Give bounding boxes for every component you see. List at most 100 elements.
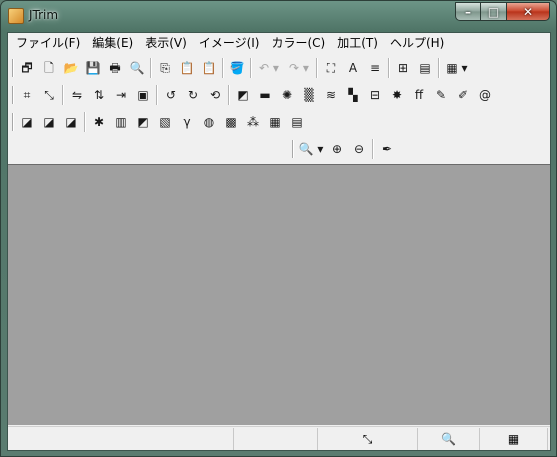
gamma-icon[interactable]: γ: [176, 111, 198, 133]
flip-horizontal-icon[interactable]: ⇋: [66, 84, 88, 106]
text-icon[interactable]: A: [342, 57, 364, 79]
shrink-icon[interactable]: ⇥: [110, 84, 132, 106]
rotate-free-icon[interactable]: ⟲: [204, 84, 226, 106]
wave-icon[interactable]: ≋: [320, 84, 342, 106]
status-pane-2: [234, 428, 318, 450]
toolbar-separator: [82, 111, 88, 133]
zoom-out-icon[interactable]: ⊖: [348, 138, 370, 160]
auto-adjust-icon[interactable]: ✱: [88, 111, 110, 133]
close-icon: ✕: [522, 4, 534, 19]
menu-image[interactable]: イメージ(I): [193, 33, 266, 53]
title-bar[interactable]: JTrim – □ ✕: [1, 1, 556, 31]
color-wheel-icon[interactable]: ◍: [198, 111, 220, 133]
minimize-icon: –: [465, 4, 471, 19]
new-window-icon[interactable]: 🗗: [16, 57, 38, 79]
toolbar-grip[interactable]: [10, 84, 16, 106]
toolbar-separator: [436, 57, 442, 79]
gradient-gold-icon[interactable]: ◪: [38, 111, 60, 133]
sparkle-icon[interactable]: ✸: [386, 84, 408, 106]
undo-icon[interactable]: ↶ ▾: [254, 57, 284, 79]
toolbar-grip[interactable]: [10, 57, 16, 79]
toolbar-standard: 🗗 🗋 📂 💾 🖶 🔍 ⎘ 📋 📋 🪣 ↶ ▾ ↷ ▾ ⛶ A ≡ ⊞ ▤ ▦ ▾: [10, 55, 472, 81]
crop-icon[interactable]: ⌗: [16, 84, 38, 106]
redo-icon[interactable]: ↷ ▾: [284, 57, 314, 79]
gradient-blue-icon[interactable]: ◪: [60, 111, 82, 133]
status-pane-1: [8, 428, 234, 450]
toolbar-separator: [148, 57, 154, 79]
frame-icon[interactable]: ▣: [132, 84, 154, 106]
maximize-icon: □: [487, 4, 500, 19]
toolbar-zoom: 🔍 ▾ ⊕ ⊖ ✒: [290, 136, 398, 162]
toolbar-separator: [220, 57, 226, 79]
menu-color[interactable]: カラー(C): [265, 33, 331, 53]
close-button[interactable]: ✕: [507, 2, 550, 21]
eyedropper-icon[interactable]: ✒: [376, 138, 398, 160]
ff-icon[interactable]: ff: [408, 84, 430, 106]
status-color-icon: ▦: [480, 428, 548, 450]
align-icon[interactable]: ≡: [364, 57, 386, 79]
minimize-button[interactable]: –: [455, 2, 481, 21]
menu-process[interactable]: 加工(T): [331, 33, 384, 53]
checker-icon[interactable]: ▩: [220, 111, 242, 133]
histogram-icon[interactable]: ▥: [110, 111, 132, 133]
maximize-button[interactable]: □: [481, 2, 507, 21]
grayscale-icon[interactable]: ▤: [286, 111, 308, 133]
window-title: JTrim: [29, 8, 59, 22]
filmstrip-icon[interactable]: ▤: [414, 57, 436, 79]
flip-vertical-icon[interactable]: ⇅: [88, 84, 110, 106]
rgb-circles-icon[interactable]: ⁂: [242, 111, 264, 133]
open-folder-icon[interactable]: 📂: [60, 57, 82, 79]
fill-bucket-icon[interactable]: 🪣: [226, 57, 248, 79]
status-bar: ⤡ 🔍 ▦: [8, 426, 550, 450]
zoom-icon[interactable]: 🔍 ▾: [296, 138, 326, 160]
menu-bar: ファイル(F) 編集(E) 表示(V) イメージ(I) カラー(C) 加工(T)…: [8, 33, 550, 53]
toolbar-separator: [226, 84, 232, 106]
picture-icon[interactable]: ▧: [154, 111, 176, 133]
save-icon[interactable]: 💾: [82, 57, 104, 79]
zoom-in-icon[interactable]: ⊕: [326, 138, 348, 160]
grid-icon[interactable]: ⊞: [392, 57, 414, 79]
emboss-icon[interactable]: ▬: [254, 84, 276, 106]
caption-buttons: – □ ✕: [455, 2, 550, 21]
rotate-right-90-icon[interactable]: ↻: [182, 84, 204, 106]
brick-icon[interactable]: ⊟: [364, 84, 386, 106]
status-zoom-icon: 🔍: [418, 428, 480, 450]
toolbar-separator: [154, 84, 160, 106]
mosaic-icon[interactable]: ▚: [342, 84, 364, 106]
fit-window-icon[interactable]: ⛶: [320, 57, 342, 79]
spiral-icon[interactable]: @: [474, 84, 496, 106]
shadow-icon[interactable]: ◩: [232, 84, 254, 106]
xor-icon[interactable]: ▦: [264, 111, 286, 133]
paste-icon[interactable]: 📋: [176, 57, 198, 79]
toolbar-separator: [386, 57, 392, 79]
print-preview-icon[interactable]: 🔍: [126, 57, 148, 79]
new-file-icon[interactable]: 🗋: [38, 57, 60, 79]
toolbar-separator: [60, 84, 66, 106]
red-pen-icon[interactable]: ✐: [452, 84, 474, 106]
print-icon[interactable]: 🖶: [104, 57, 126, 79]
toolbar-separator: [370, 138, 376, 160]
toolbar-transform: ⌗ ⤡ ⇋ ⇅ ⇥ ▣ ↺ ↻ ⟲ ◩ ▬ ✺ ▒ ≋ ▚ ⊟ ✸ ff ✎ ✐ @: [10, 82, 496, 108]
rotate-left-90-icon[interactable]: ↺: [160, 84, 182, 106]
toolbar-grip[interactable]: [10, 111, 16, 133]
blur-icon[interactable]: ✺: [276, 84, 298, 106]
noise-icon[interactable]: ▒: [298, 84, 320, 106]
toolbar-separator: [248, 57, 254, 79]
pen-icon[interactable]: ✎: [430, 84, 452, 106]
menu-view[interactable]: 表示(V): [139, 33, 193, 53]
status-resize-icon: ⤡: [318, 428, 418, 450]
menu-file[interactable]: ファイル(F): [10, 33, 86, 53]
contrast-icon[interactable]: ◩: [132, 111, 154, 133]
copy-icon[interactable]: ⎘: [154, 57, 176, 79]
image-canvas[interactable]: [8, 164, 550, 425]
menu-help[interactable]: ヘルプ(H): [384, 33, 450, 53]
menu-edit[interactable]: 編集(E): [86, 33, 139, 53]
app-icon[interactable]: [8, 8, 24, 24]
paste-new-icon[interactable]: 📋: [198, 57, 220, 79]
color-palette-icon[interactable]: ▦ ▾: [442, 57, 472, 79]
gradient-gray-icon[interactable]: ◪: [16, 111, 38, 133]
resize-icon[interactable]: ⤡: [38, 84, 60, 106]
toolbar-separator: [314, 57, 320, 79]
toolbar-color: ◪ ◪ ◪ ✱ ▥ ◩ ▧ γ ◍ ▩ ⁂ ▦ ▤: [10, 109, 308, 135]
toolbar-grip[interactable]: [290, 138, 296, 160]
